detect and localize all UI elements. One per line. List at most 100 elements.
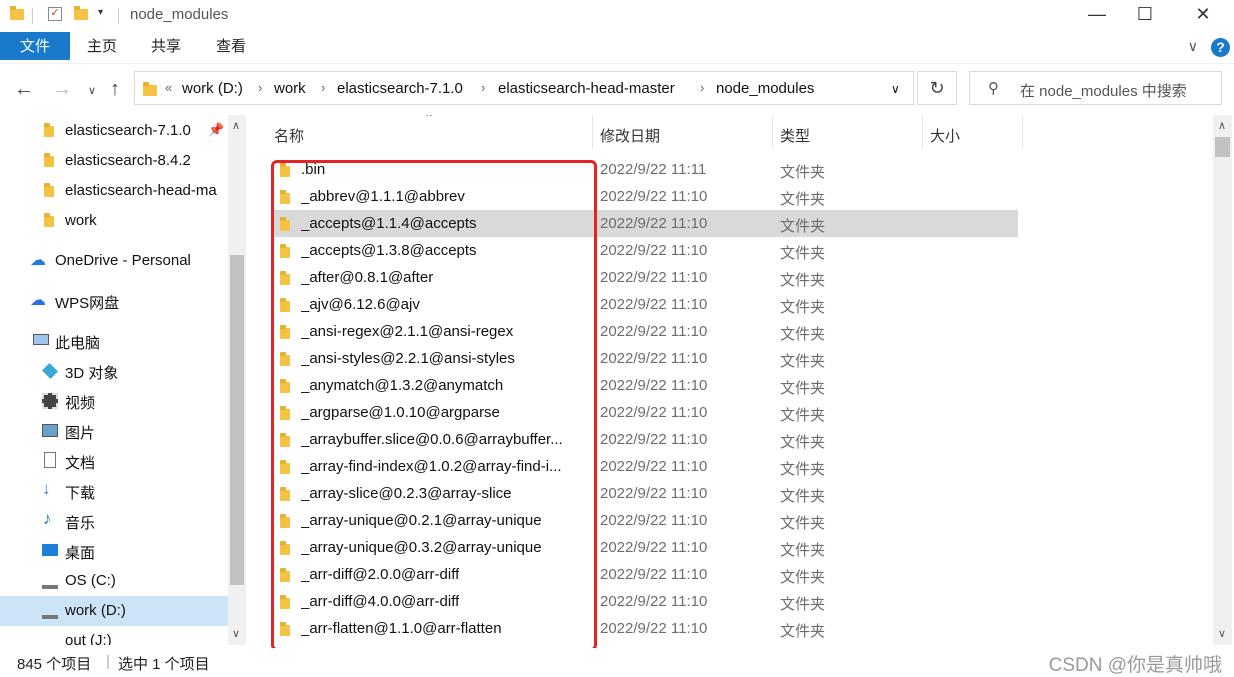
- file-modified: 2022/9/22 11:11: [600, 161, 707, 178]
- picture-icon: [42, 424, 58, 437]
- nav-item-elasticsearch-head[interactable]: elasticsearch-head-ma: [0, 176, 228, 206]
- sidebar-scrollbar[interactable]: ∧ ∨: [228, 115, 246, 645]
- nav-item-label: elasticsearch-7.1.0: [65, 122, 191, 139]
- scrollbar-thumb[interactable]: [1215, 137, 1230, 157]
- close-button[interactable]: ✕: [1180, 0, 1226, 30]
- nav-item-label: OS (C:): [65, 572, 116, 589]
- scroll-up-icon[interactable]: ∧: [1218, 119, 1226, 132]
- column-header-type[interactable]: 类型: [780, 125, 810, 146]
- refresh-button[interactable]: ↻: [917, 71, 957, 105]
- file-type: 文件夹: [780, 191, 826, 208]
- maximize-button[interactable]: ☐: [1122, 0, 1168, 30]
- column-header-name[interactable]: 名称: [274, 125, 304, 146]
- address-bar[interactable]: « work (D:) › work › elasticsearch-7.1.0…: [134, 71, 914, 105]
- column-divider[interactable]: [1022, 115, 1023, 149]
- breadcrumb-separator[interactable]: ›: [258, 80, 262, 95]
- column-divider[interactable]: [772, 115, 773, 149]
- nav-item-this-pc[interactable]: 此电脑: [0, 326, 228, 356]
- breadcrumb-separator[interactable]: ›: [321, 80, 325, 95]
- nav-item-documents[interactable]: 文档: [0, 446, 228, 476]
- file-modified: 2022/9/22 11:10: [600, 242, 708, 259]
- back-arrow-icon[interactable]: ←: [14, 78, 34, 101]
- breadcrumb-item[interactable]: work (D:): [182, 80, 243, 97]
- folder-icon: [44, 153, 60, 168]
- column-header-modified[interactable]: 修改日期: [600, 125, 660, 146]
- nav-item-3d-objects[interactable]: 3D 对象: [0, 356, 228, 386]
- nav-item-label: 此电脑: [55, 335, 101, 352]
- nav-item-pictures[interactable]: 图片: [0, 416, 228, 446]
- up-arrow-icon[interactable]: ↑: [110, 78, 120, 101]
- desktop-icon: [42, 544, 58, 556]
- column-divider[interactable]: [922, 115, 923, 149]
- nav-item-label: 下载: [65, 485, 96, 502]
- pin-icon[interactable]: 📌: [208, 122, 224, 138]
- file-modified: 2022/9/22 11:10: [600, 539, 708, 556]
- divider: [118, 8, 119, 24]
- nav-item-downloads[interactable]: ↓ 下载: [0, 476, 228, 506]
- tab-share[interactable]: 共享: [151, 32, 181, 60]
- nav-item-videos[interactable]: 视频: [0, 386, 228, 416]
- breadcrumb-item[interactable]: elasticsearch-7.1.0: [337, 80, 463, 97]
- nav-item-out-j[interactable]: out (J:): [0, 626, 228, 645]
- nav-item-music[interactable]: ♪ 音乐: [0, 506, 228, 536]
- file-type: 文件夹: [780, 299, 826, 316]
- nav-item-label: 视频: [65, 395, 96, 412]
- scroll-down-icon[interactable]: ∨: [1218, 627, 1226, 640]
- title-bar: ✓ ▾ node_modules — ☐ ✕: [0, 0, 1234, 32]
- nav-item-desktop[interactable]: 桌面: [0, 536, 228, 566]
- selection-count: 选中 1 个项目: [118, 656, 210, 673]
- file-type: 文件夹: [780, 542, 826, 559]
- column-header-size[interactable]: 大小: [930, 125, 960, 146]
- nav-item-elasticsearch-8-4-2[interactable]: elasticsearch-8.4.2: [0, 146, 228, 176]
- file-modified: 2022/9/22 11:10: [600, 269, 708, 286]
- file-list-scrollbar[interactable]: ∧ ∨: [1213, 115, 1232, 645]
- new-folder-icon[interactable]: [74, 6, 88, 21]
- forward-arrow-icon[interactable]: →: [52, 78, 72, 101]
- scroll-down-icon[interactable]: ∨: [232, 627, 240, 640]
- file-type: 文件夹: [780, 623, 826, 640]
- nav-item-onedrive[interactable]: ☁ OneDrive - Personal: [0, 246, 228, 276]
- watermark: CSDN @你是真帅哦: [1048, 655, 1222, 676]
- nav-item-work-d[interactable]: work (D:): [0, 596, 228, 626]
- chevron-down-icon[interactable]: ∨: [1188, 38, 1198, 55]
- recent-locations-icon[interactable]: ∨: [88, 84, 96, 97]
- breadcrumb-item[interactable]: elasticsearch-head-master: [498, 80, 675, 97]
- nav-item-os-c[interactable]: OS (C:): [0, 566, 228, 596]
- minimize-button[interactable]: —: [1074, 0, 1120, 30]
- nav-item-label: OneDrive - Personal: [55, 252, 191, 269]
- file-type: 文件夹: [780, 569, 826, 586]
- tab-home[interactable]: 主页: [87, 32, 117, 60]
- search-box[interactable]: ⚲ 在 node_modules 中搜索: [969, 71, 1222, 105]
- nav-item-wps[interactable]: ☁ WPS网盘: [0, 286, 228, 316]
- music-icon: ♪: [43, 509, 52, 528]
- properties-icon[interactable]: ✓: [48, 7, 62, 21]
- file-type: 文件夹: [780, 218, 826, 235]
- scrollbar-thumb[interactable]: [230, 255, 244, 585]
- tab-view[interactable]: 查看: [216, 32, 246, 60]
- quick-access-dropdown-icon[interactable]: ▾: [98, 7, 112, 21]
- file-type: 文件夹: [780, 164, 826, 181]
- breadcrumb-separator[interactable]: ›: [481, 80, 485, 95]
- file-type: 文件夹: [780, 488, 826, 505]
- column-divider[interactable]: [592, 115, 593, 149]
- file-modified: 2022/9/22 11:10: [600, 188, 708, 205]
- folder-icon: [44, 213, 60, 228]
- window-title: node_modules: [130, 6, 229, 23]
- help-icon[interactable]: ?: [1211, 38, 1230, 57]
- nav-item-work[interactable]: work: [0, 206, 228, 236]
- search-input[interactable]: 在 node_modules 中搜索: [1020, 80, 1187, 101]
- divider: [32, 8, 33, 24]
- address-dropdown-icon[interactable]: ∨: [891, 82, 900, 96]
- file-modified: 2022/9/22 11:10: [600, 296, 708, 313]
- file-type: 文件夹: [780, 515, 826, 532]
- file-type: 文件夹: [780, 272, 826, 289]
- breadcrumb-overflow[interactable]: «: [165, 80, 172, 95]
- nav-item-elasticsearch-7-1-0[interactable]: elasticsearch-7.1.0 📌: [0, 116, 228, 146]
- breadcrumb-separator[interactable]: ›: [700, 80, 704, 95]
- breadcrumb-item[interactable]: node_modules: [716, 80, 814, 97]
- cloud-icon: ☁: [30, 252, 46, 269]
- breadcrumb-item[interactable]: work: [274, 80, 306, 97]
- file-modified: 2022/9/22 11:10: [600, 350, 708, 367]
- scroll-up-icon[interactable]: ∧: [232, 119, 240, 132]
- tab-file[interactable]: 文件: [0, 32, 70, 60]
